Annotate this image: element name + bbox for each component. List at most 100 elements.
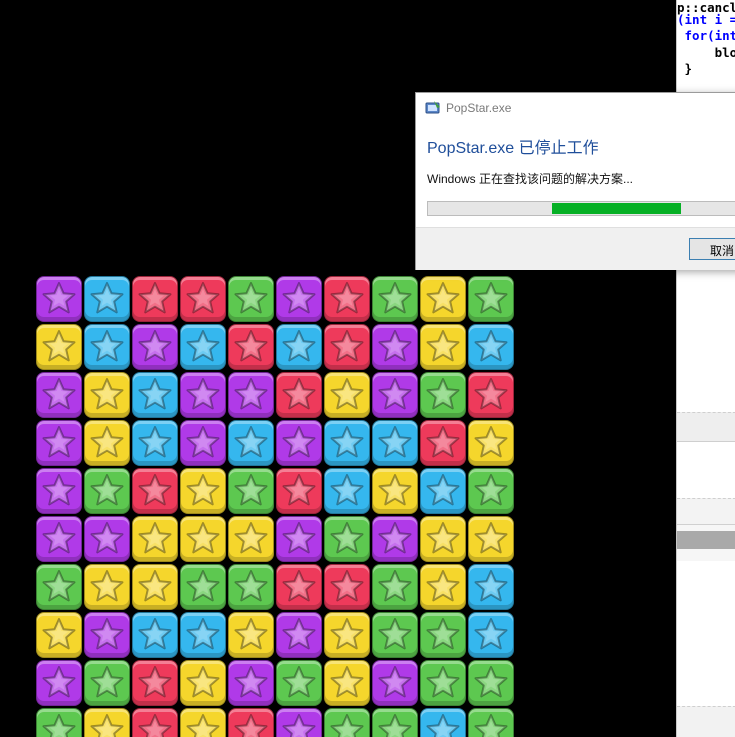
star-tile-green[interactable] <box>468 708 514 737</box>
star-tile-green[interactable] <box>420 372 466 418</box>
star-tile-red[interactable] <box>324 564 370 610</box>
star-tile-green[interactable] <box>36 564 82 610</box>
star-tile-yellow[interactable] <box>180 708 226 737</box>
star-tile-red[interactable] <box>276 564 322 610</box>
star-tile-blue[interactable] <box>84 276 130 322</box>
star-tile-green[interactable] <box>372 708 418 737</box>
star-tile-blue[interactable] <box>324 468 370 514</box>
star-tile-purple[interactable] <box>276 420 322 466</box>
game-board[interactable] <box>36 276 516 737</box>
star-tile-purple[interactable] <box>372 372 418 418</box>
star-tile-yellow[interactable] <box>132 564 178 610</box>
star-tile-green[interactable] <box>228 564 274 610</box>
star-tile-blue[interactable] <box>468 564 514 610</box>
star-tile-purple[interactable] <box>372 660 418 706</box>
star-tile-yellow[interactable] <box>324 660 370 706</box>
star-tile-purple[interactable] <box>276 612 322 658</box>
star-tile-yellow[interactable] <box>36 324 82 370</box>
star-tile-yellow[interactable] <box>420 324 466 370</box>
star-tile-purple[interactable] <box>372 516 418 562</box>
star-tile-red[interactable] <box>132 276 178 322</box>
star-tile-green[interactable] <box>420 612 466 658</box>
star-tile-red[interactable] <box>276 468 322 514</box>
star-tile-yellow[interactable] <box>84 708 130 737</box>
star-tile-blue[interactable] <box>324 420 370 466</box>
star-tile-purple[interactable] <box>36 420 82 466</box>
star-tile-yellow[interactable] <box>84 372 130 418</box>
star-tile-purple[interactable] <box>372 324 418 370</box>
star-tile-yellow[interactable] <box>180 468 226 514</box>
star-tile-blue[interactable] <box>228 420 274 466</box>
star-tile-yellow[interactable] <box>84 564 130 610</box>
star-tile-green[interactable] <box>420 660 466 706</box>
star-tile-red[interactable] <box>420 420 466 466</box>
star-tile-green[interactable] <box>372 276 418 322</box>
star-tile-green[interactable] <box>468 468 514 514</box>
star-tile-yellow[interactable] <box>324 612 370 658</box>
star-tile-yellow[interactable] <box>324 372 370 418</box>
star-tile-yellow[interactable] <box>36 612 82 658</box>
star-tile-green[interactable] <box>180 564 226 610</box>
dialog-titlebar[interactable]: PopStar.exe <box>416 93 735 123</box>
star-tile-blue[interactable] <box>420 468 466 514</box>
star-tile-yellow[interactable] <box>228 516 274 562</box>
star-tile-purple[interactable] <box>276 276 322 322</box>
editor-scrollbar[interactable] <box>677 531 735 549</box>
star-tile-blue[interactable] <box>132 612 178 658</box>
star-tile-yellow[interactable] <box>372 468 418 514</box>
star-tile-purple[interactable] <box>84 516 130 562</box>
star-tile-purple[interactable] <box>180 420 226 466</box>
star-tile-green[interactable] <box>372 564 418 610</box>
star-tile-blue[interactable] <box>420 708 466 737</box>
star-tile-blue[interactable] <box>180 324 226 370</box>
star-tile-red[interactable] <box>132 660 178 706</box>
star-tile-red[interactable] <box>468 372 514 418</box>
star-tile-purple[interactable] <box>36 276 82 322</box>
star-tile-purple[interactable] <box>276 708 322 737</box>
star-tile-yellow[interactable] <box>420 276 466 322</box>
star-tile-yellow[interactable] <box>84 420 130 466</box>
star-tile-purple[interactable] <box>36 660 82 706</box>
star-tile-purple[interactable] <box>132 324 178 370</box>
star-tile-red[interactable] <box>276 372 322 418</box>
star-tile-red[interactable] <box>180 276 226 322</box>
star-tile-green[interactable] <box>468 660 514 706</box>
star-tile-green[interactable] <box>228 468 274 514</box>
star-tile-yellow[interactable] <box>468 516 514 562</box>
star-tile-yellow[interactable] <box>420 516 466 562</box>
star-tile-green[interactable] <box>324 708 370 737</box>
star-tile-green[interactable] <box>324 516 370 562</box>
star-tile-green[interactable] <box>276 660 322 706</box>
star-tile-red[interactable] <box>324 324 370 370</box>
star-tile-yellow[interactable] <box>228 612 274 658</box>
star-tile-green[interactable] <box>84 660 130 706</box>
star-tile-blue[interactable] <box>180 612 226 658</box>
star-tile-purple[interactable] <box>36 468 82 514</box>
star-tile-blue[interactable] <box>84 324 130 370</box>
star-tile-blue[interactable] <box>132 372 178 418</box>
star-tile-red[interactable] <box>132 468 178 514</box>
star-tile-red[interactable] <box>228 324 274 370</box>
star-tile-yellow[interactable] <box>132 516 178 562</box>
star-tile-green[interactable] <box>468 276 514 322</box>
star-tile-purple[interactable] <box>228 660 274 706</box>
star-tile-yellow[interactable] <box>180 660 226 706</box>
cancel-button[interactable]: 取消 <box>689 238 735 260</box>
star-tile-yellow[interactable] <box>180 516 226 562</box>
star-tile-green[interactable] <box>372 612 418 658</box>
star-tile-blue[interactable] <box>276 324 322 370</box>
star-tile-blue[interactable] <box>468 612 514 658</box>
star-tile-green[interactable] <box>228 276 274 322</box>
star-tile-purple[interactable] <box>228 372 274 418</box>
star-tile-yellow[interactable] <box>468 420 514 466</box>
star-tile-red[interactable] <box>132 708 178 737</box>
star-tile-blue[interactable] <box>372 420 418 466</box>
star-tile-green[interactable] <box>36 708 82 737</box>
star-tile-blue[interactable] <box>132 420 178 466</box>
star-tile-purple[interactable] <box>180 372 226 418</box>
star-tile-red[interactable] <box>228 708 274 737</box>
star-tile-purple[interactable] <box>84 612 130 658</box>
star-tile-purple[interactable] <box>36 516 82 562</box>
star-tile-purple[interactable] <box>36 372 82 418</box>
star-tile-purple[interactable] <box>276 516 322 562</box>
